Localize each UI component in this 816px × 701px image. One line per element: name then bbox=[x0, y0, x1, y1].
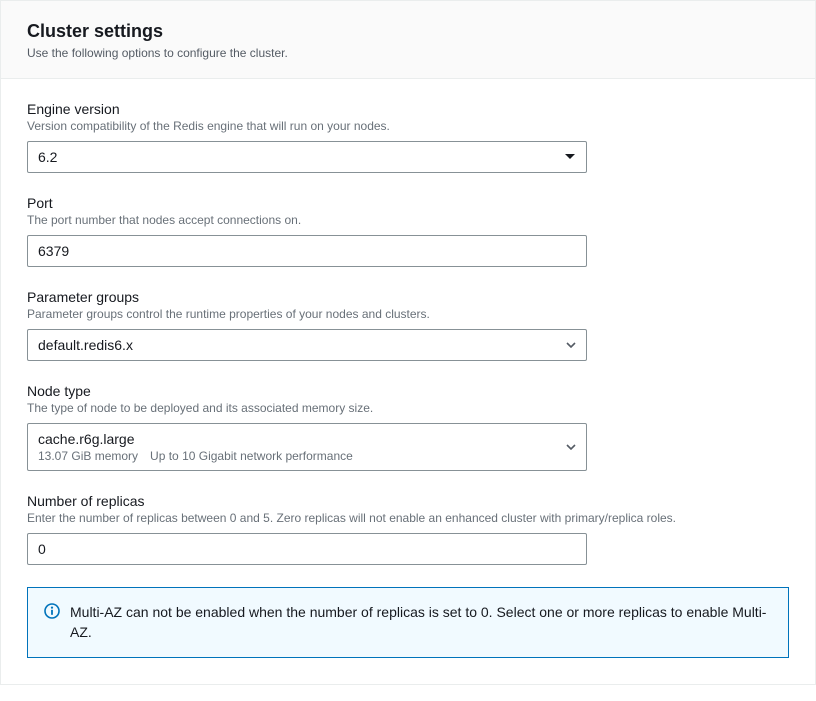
info-icon bbox=[44, 603, 60, 619]
node-type-select-wrapper: cache.r6g.large 13.07 GiB memory Up to 10… bbox=[27, 423, 587, 471]
parameter-groups-group: Parameter groups Parameter groups contro… bbox=[27, 289, 789, 361]
alert-text: Multi-AZ can not be enabled when the num… bbox=[70, 602, 772, 643]
parameter-groups-help: Parameter groups control the runtime pro… bbox=[27, 307, 789, 321]
replicas-group: Number of replicas Enter the number of r… bbox=[27, 493, 789, 565]
node-type-select[interactable]: cache.r6g.large 13.07 GiB memory Up to 10… bbox=[27, 423, 587, 471]
node-type-value: cache.r6g.large bbox=[38, 431, 135, 447]
replicas-label: Number of replicas bbox=[27, 493, 789, 509]
caret-down-icon bbox=[566, 444, 576, 450]
node-type-group: Node type The type of node to be deploye… bbox=[27, 383, 789, 471]
parameter-groups-label: Parameter groups bbox=[27, 289, 789, 305]
panel-header: Cluster settings Use the following optio… bbox=[1, 1, 815, 79]
parameter-groups-value: default.redis6.x bbox=[38, 337, 133, 353]
replicas-input[interactable] bbox=[27, 533, 587, 565]
engine-version-group: Engine version Version compatibility of … bbox=[27, 101, 789, 173]
parameter-groups-select-wrapper: default.redis6.x bbox=[27, 329, 587, 361]
engine-version-select[interactable]: 6.2 bbox=[27, 141, 587, 173]
engine-version-value: 6.2 bbox=[38, 149, 57, 165]
engine-version-label: Engine version bbox=[27, 101, 789, 117]
port-input[interactable] bbox=[27, 235, 587, 267]
caret-down-icon bbox=[566, 342, 576, 348]
panel-title: Cluster settings bbox=[27, 21, 789, 42]
parameter-groups-select[interactable]: default.redis6.x bbox=[27, 329, 587, 361]
engine-version-select-wrapper: 6.2 bbox=[27, 141, 587, 173]
node-type-meta: 13.07 GiB memory Up to 10 Gigabit network… bbox=[38, 449, 353, 463]
panel-subtitle: Use the following options to configure t… bbox=[27, 46, 789, 60]
node-type-label: Node type bbox=[27, 383, 789, 399]
replicas-help: Enter the number of replicas between 0 a… bbox=[27, 511, 789, 525]
node-type-memory: 13.07 GiB memory bbox=[38, 449, 138, 463]
port-label: Port bbox=[27, 195, 789, 211]
port-group: Port The port number that nodes accept c… bbox=[27, 195, 789, 267]
node-type-help: The type of node to be deployed and its … bbox=[27, 401, 789, 415]
engine-version-help: Version compatibility of the Redis engin… bbox=[27, 119, 789, 133]
info-alert: Multi-AZ can not be enabled when the num… bbox=[27, 587, 789, 658]
cluster-settings-panel: Cluster settings Use the following optio… bbox=[0, 0, 816, 685]
caret-down-icon bbox=[564, 153, 576, 161]
node-type-network: Up to 10 Gigabit network performance bbox=[150, 449, 353, 463]
panel-body: Engine version Version compatibility of … bbox=[1, 79, 815, 684]
port-help: The port number that nodes accept connec… bbox=[27, 213, 789, 227]
